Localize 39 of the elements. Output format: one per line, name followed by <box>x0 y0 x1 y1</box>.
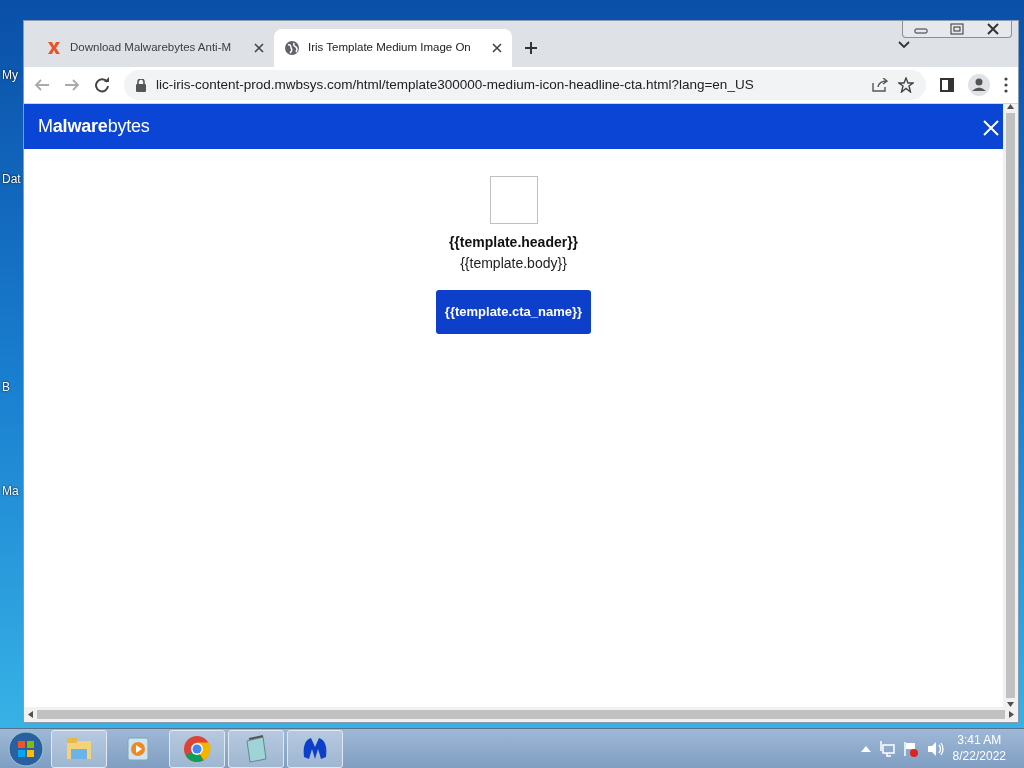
close-icon[interactable] <box>492 43 502 53</box>
template-body: {{template.body}} <box>460 254 567 273</box>
flag-icon[interactable] <box>902 740 919 757</box>
tab-title: Iris Template Medium Image On <box>308 40 472 56</box>
scroll-right-icon[interactable] <box>1009 711 1014 718</box>
horizontal-scrollbar[interactable] <box>24 707 1018 722</box>
profile-icon[interactable] <box>968 74 990 96</box>
url-text: lic-iris-content-prod.mwbsys.com/html/template300000-medium-icon-headline-cta.html?lang=en_US <box>156 75 755 94</box>
close-icon[interactable] <box>254 43 264 53</box>
template-header: {{template.header}} <box>448 233 579 252</box>
close-icon <box>983 120 999 137</box>
star-icon[interactable] <box>898 77 914 93</box>
desktop-icon-label[interactable]: My <box>2 66 18 84</box>
cta-button[interactable]: {{template.cta_name}} <box>435 290 592 334</box>
lock-icon <box>136 78 146 92</box>
kebab-menu-icon[interactable] <box>1004 77 1008 93</box>
share-icon[interactable] <box>872 78 888 92</box>
chevron-down-icon[interactable] <box>898 41 910 49</box>
reload-icon[interactable] <box>94 77 110 93</box>
plus-icon[interactable] <box>524 41 538 55</box>
desktop-icon-label[interactable]: Dat <box>2 170 21 188</box>
vertical-scrollbar[interactable] <box>1003 104 1018 707</box>
desktop-icon-label[interactable]: B <box>2 378 10 396</box>
media-player-icon <box>124 734 152 763</box>
browser-tab[interactable]: Iris Template Medium Image On <box>274 29 512 67</box>
browser-tab[interactable]: Download Malwarebytes Anti-M <box>36 29 274 67</box>
side-panel-icon[interactable] <box>940 78 954 92</box>
broken-image <box>489 176 538 224</box>
address-bar[interactable]: lic-iris-content-prod.mwbsys.com/html/template300000-medium-icon-headline-cta.html?lang=en_US <box>124 70 926 100</box>
taskbar-app-button[interactable] <box>228 729 284 768</box>
chrome-icon <box>183 734 211 763</box>
x-logo-icon <box>46 40 62 56</box>
scroll-left-icon[interactable] <box>28 711 33 718</box>
globe-icon <box>284 40 300 56</box>
desktop-icon-label[interactable]: Ma <box>2 482 19 500</box>
brand-logo: Malwarebytes <box>38 115 150 138</box>
taskbar-app-button[interactable] <box>287 729 343 768</box>
tab-title: Download Malwarebytes Anti-M <box>70 40 233 56</box>
taskbar-app-button[interactable] <box>169 729 225 768</box>
